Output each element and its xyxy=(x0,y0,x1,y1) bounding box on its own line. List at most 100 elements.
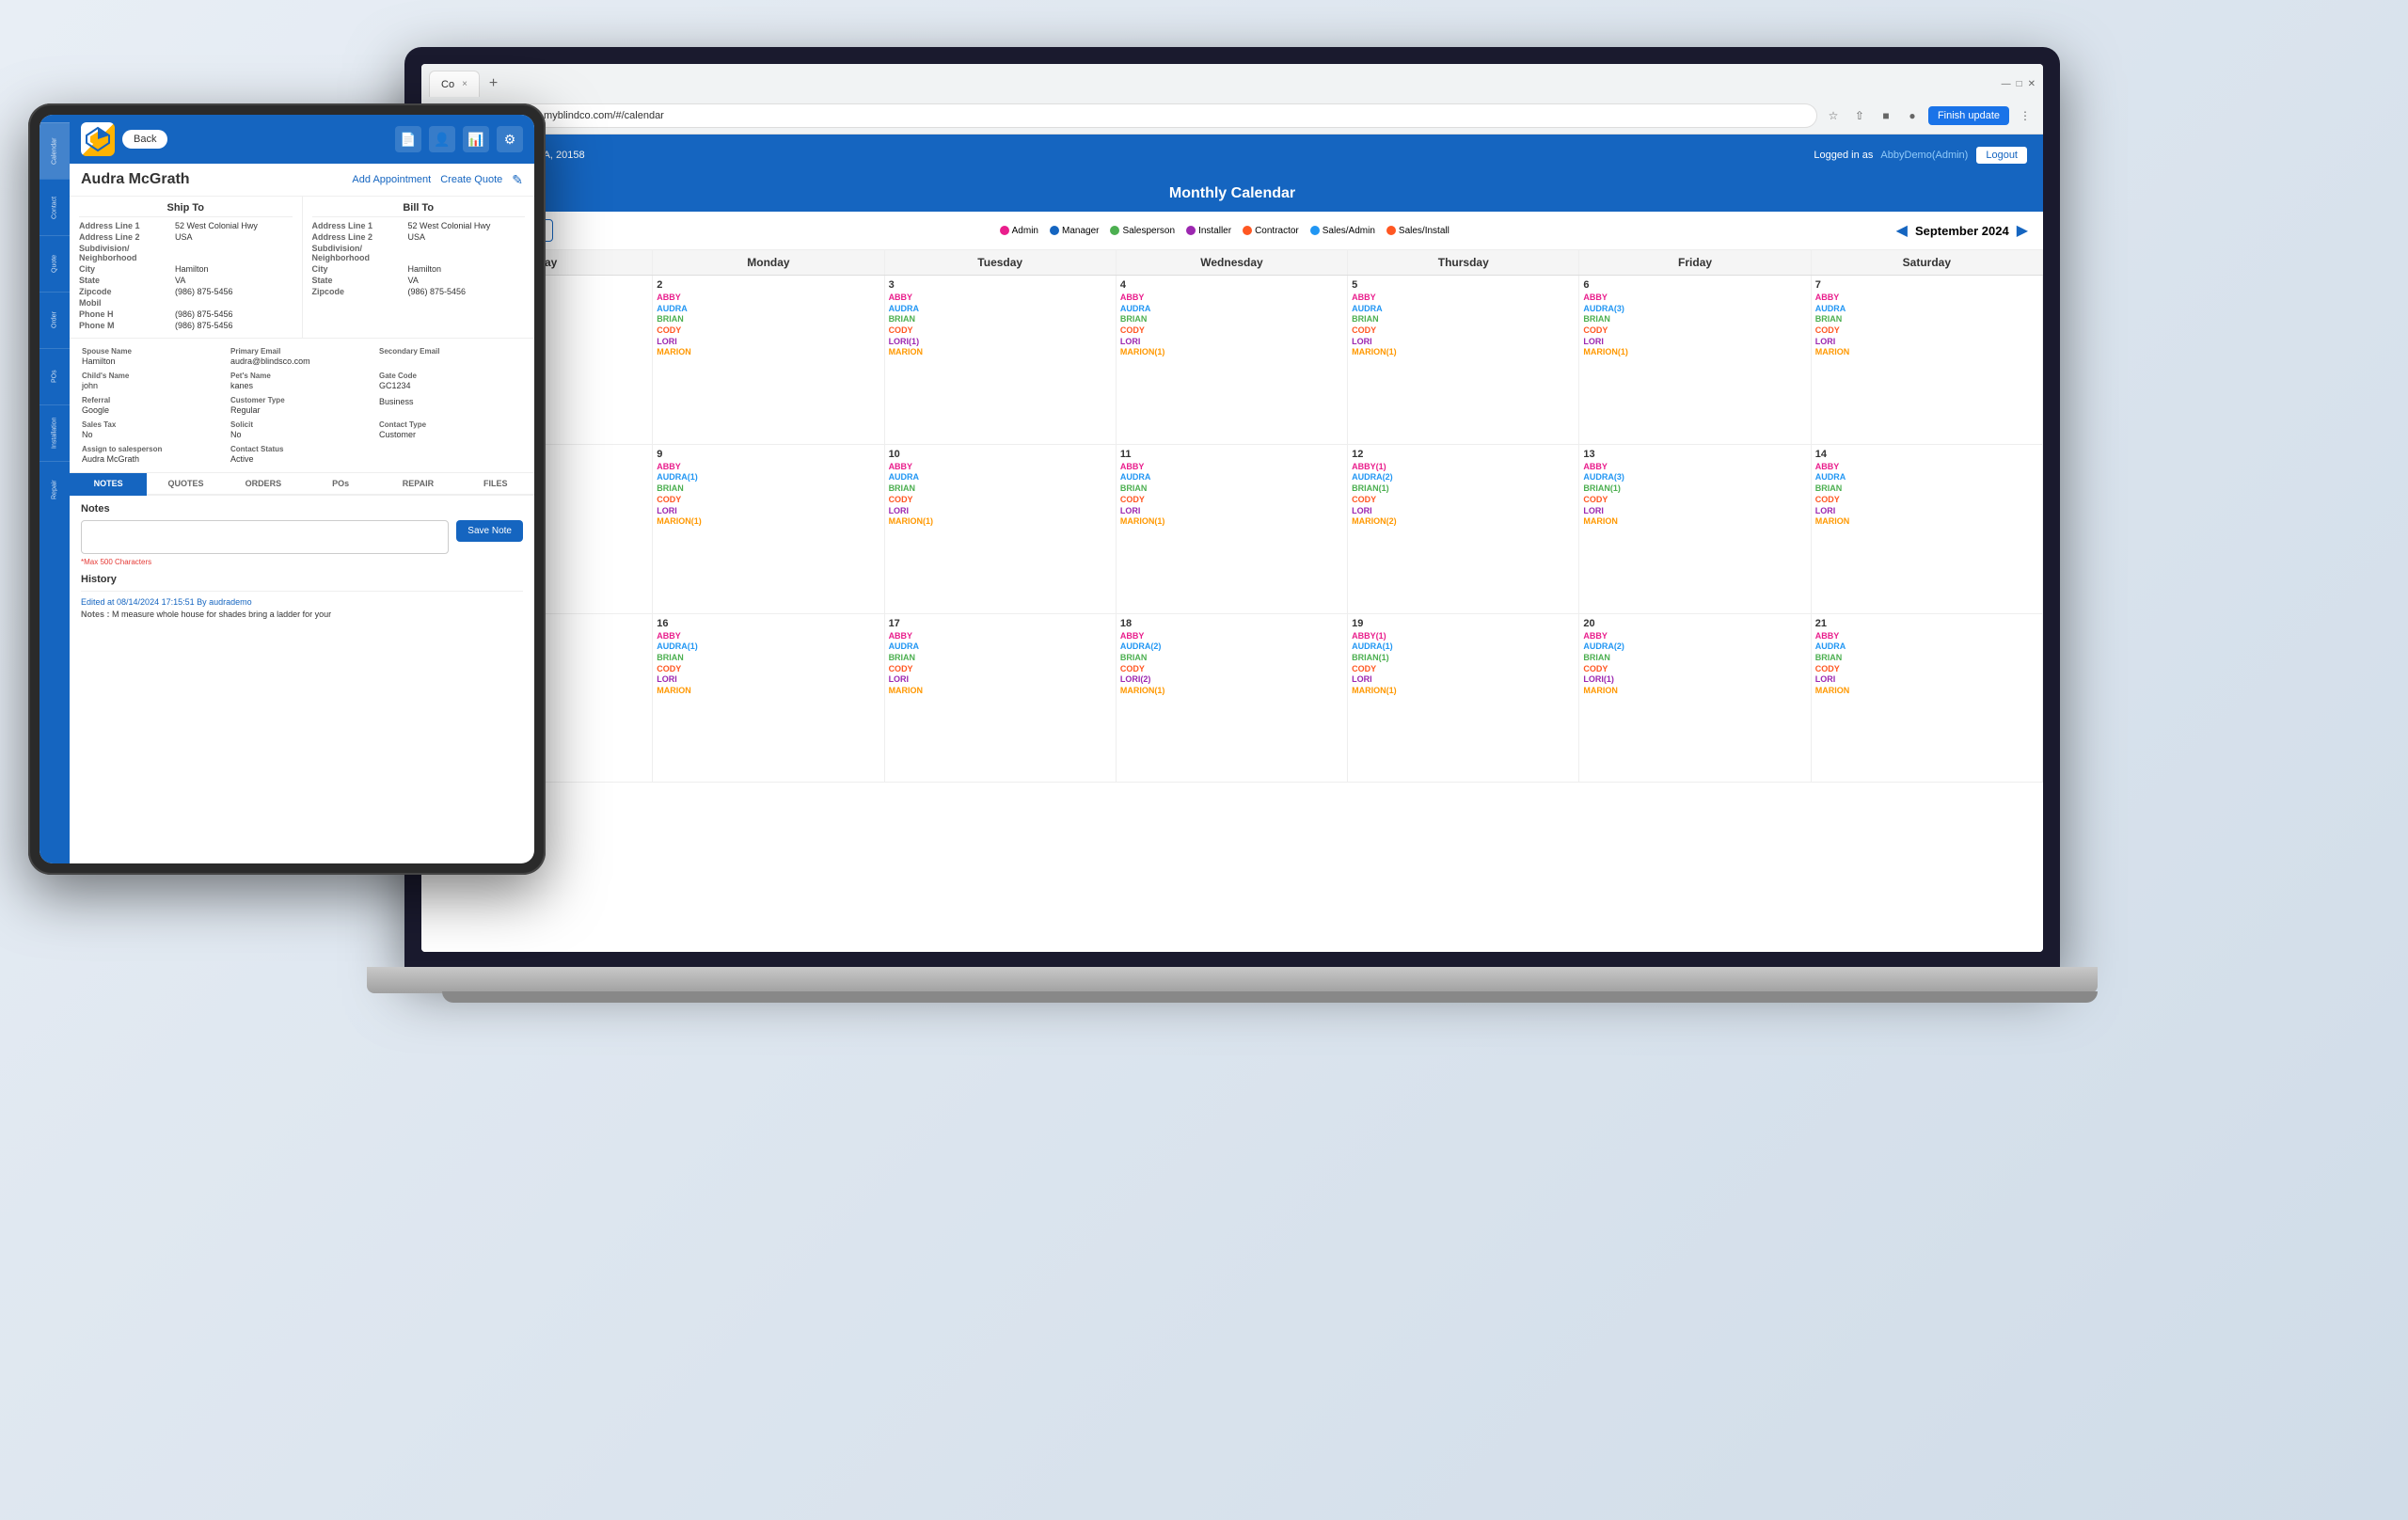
contact-status-label: Contact Status xyxy=(230,445,373,453)
close-window-icon[interactable]: ✕ xyxy=(2028,79,2036,89)
cal-day-16[interactable]: 16ABBYAUDRA(1)BRIANCODYLORIMARION xyxy=(653,614,884,784)
tab-notes[interactable]: NOTES xyxy=(70,473,147,496)
cal-day-9[interactable]: 9ABBYAUDRA(1)BRIANCODYLORIMARION(1) xyxy=(653,445,884,614)
legend-admin-label: Admin xyxy=(1012,226,1038,236)
addr-line2-label: Address Line 2 xyxy=(79,232,173,242)
manager-color-dot xyxy=(1050,226,1059,235)
spouse-label: Spouse Name xyxy=(82,347,225,356)
sidebar-item-repair[interactable]: Repair xyxy=(40,461,70,517)
tab-files[interactable]: FILES xyxy=(457,473,534,496)
cal-day-11[interactable]: 11ABBYAUDRABRIANCODYLORIMARION(1) xyxy=(1117,445,1348,614)
sales-admin-color-dot xyxy=(1310,226,1320,235)
tab-orders[interactable]: ORDERS xyxy=(225,473,302,496)
sidebar-item-pos[interactable]: POs xyxy=(40,348,70,404)
city-label: City xyxy=(79,264,173,274)
cal-day-17[interactable]: 17ABBYAUDRABRIANCODYLORIMARION xyxy=(885,614,1117,784)
add-appointment-link[interactable]: Add Appointment xyxy=(352,174,431,185)
tab-repair[interactable]: REPAIR xyxy=(379,473,456,496)
save-note-button[interactable]: Save Note xyxy=(456,520,523,542)
ship-state: VA xyxy=(175,276,293,285)
referral-info: Referral Google xyxy=(79,393,228,418)
cal-day-12[interactable]: 12ABBY(1)AUDRA(2)BRIAN(1)CODYLORIMARION(… xyxy=(1348,445,1579,614)
calendar-container: × Monthly Calendar Month Week Admin xyxy=(421,176,2043,952)
chart-icon[interactable]: 📊 xyxy=(463,126,489,152)
menu-btn[interactable]: ⋮ xyxy=(2015,105,2036,126)
create-quote-link[interactable]: Create Quote xyxy=(440,174,502,185)
bill-to-col: Bill To Address Line 152 West Colonial H… xyxy=(303,197,535,338)
ship-phone-h: (986) 875-5456 xyxy=(175,309,293,319)
cal-day-4[interactable]: 4ABBYAUDRABRIANCODYLORIMARION(1) xyxy=(1117,276,1348,445)
legend-sales-install: Sales/Install xyxy=(1386,226,1450,236)
maximize-icon[interactable]: — xyxy=(2002,79,2011,89)
tablet-main: Back 📄 👤 📊 ⚙ Audra McGrath Add Appointme… xyxy=(70,115,534,863)
finish-update-button[interactable]: Finish update xyxy=(1928,106,2009,125)
cal-day-2[interactable]: 2ABBYAUDRABRIANCODYLORIMARION xyxy=(653,276,884,445)
bill-zip-label: Zipcode xyxy=(312,287,406,296)
phone-h-label: Phone H xyxy=(79,309,173,319)
logout-button[interactable]: Logout xyxy=(1975,146,2028,165)
restore-icon[interactable]: □ xyxy=(2017,79,2022,89)
history-entry: Edited at 08/14/2024 17:15:51 By audrade… xyxy=(81,591,523,625)
sidebar-item-calendar[interactable]: Calendar xyxy=(40,122,70,179)
share-btn[interactable]: ⇧ xyxy=(1849,105,1870,126)
bill-state: VA xyxy=(408,276,526,285)
prev-month-btn[interactable]: ◀ xyxy=(1896,221,1908,240)
legend-admin: Admin xyxy=(1000,226,1038,236)
browser-tab[interactable]: Co × xyxy=(429,71,480,97)
gate-info: Gate Code GC1234 xyxy=(376,369,525,393)
cal-day-21[interactable]: 21ABBYAUDRABRIANCODYLORIMARION xyxy=(1812,614,2043,784)
customer-type-info: Customer Type Regular xyxy=(228,393,376,418)
history-label: History xyxy=(81,574,523,585)
sidebar-item-order[interactable]: Order xyxy=(40,292,70,348)
bill-subdivision-label: Subdivision/Neighborhood xyxy=(312,244,406,262)
bookmark-btn[interactable]: ☆ xyxy=(1823,105,1844,126)
cal-day-13[interactable]: 13ABBYAUDRA(3)BRIAN(1)CODYLORIMARION xyxy=(1579,445,1811,614)
cal-day-3[interactable]: 3ABBYAUDRABRIANCODYLORI(1)MARION xyxy=(885,276,1117,445)
profile-btn[interactable]: ● xyxy=(1902,105,1923,126)
cal-day-5[interactable]: 5ABBYAUDRABRIANCODYLORIMARION(1) xyxy=(1348,276,1579,445)
app-logo xyxy=(81,122,115,156)
next-month-btn[interactable]: ▶ xyxy=(2017,221,2028,240)
extensions-btn[interactable]: ■ xyxy=(1876,105,1896,126)
settings-icon[interactable]: ⚙ xyxy=(497,126,523,152)
cal-day-19[interactable]: 19ABBY(1)AUDRA(1)BRIAN(1)CODYLORIMARION(… xyxy=(1348,614,1579,784)
notes-textarea[interactable] xyxy=(81,520,449,554)
sidebar-item-installation[interactable]: Installation xyxy=(40,404,70,461)
pet-info: Pet's Name kanes xyxy=(228,369,376,393)
referral-label: Referral xyxy=(82,396,225,404)
new-tab-btn[interactable]: + xyxy=(483,75,503,92)
cal-day-14[interactable]: 14ABBYAUDRABRIANCODYLORIMARION xyxy=(1812,445,2043,614)
laptop-screen: Co × + — □ ✕ ← → ↻ ☆ ⇧ xyxy=(421,64,2043,952)
primary-email-info: Primary Email audra@blindsco.com xyxy=(228,344,376,369)
tab-pos[interactable]: POs xyxy=(302,473,379,496)
assign-label: Assign to salesperson xyxy=(82,445,225,453)
cal-day-6[interactable]: 6ABBYAUDRA(3)BRIANCODYLORIMARION(1) xyxy=(1579,276,1811,445)
bill-city: Hamilton xyxy=(408,264,526,274)
cal-day-7[interactable]: 7ABBYAUDRABRIANCODYLORIMARION xyxy=(1812,276,2043,445)
back-button[interactable]: Back xyxy=(122,130,167,149)
cal-day-20[interactable]: 20ABBYAUDRA(2)BRIANCODYLORI(1)MARION xyxy=(1579,614,1811,784)
state-label: State xyxy=(79,276,173,285)
sidebar-item-quote[interactable]: Quote xyxy=(40,235,70,292)
legend-installer: Installer xyxy=(1186,226,1231,236)
sidebar-item-contact[interactable]: Contact xyxy=(40,179,70,235)
edit-icon[interactable]: ✎ xyxy=(512,172,523,188)
cal-day-10[interactable]: 10ABBYAUDRABRIANCODYLORIMARION(1) xyxy=(885,445,1117,614)
legend-installer-label: Installer xyxy=(1198,226,1231,236)
user-icon[interactable]: 👤 xyxy=(429,126,455,152)
bill-addr-line2-label: Address Line 2 xyxy=(312,232,406,242)
legend-sales-admin-label: Sales/Admin xyxy=(1323,226,1375,236)
customer-name: Audra McGrath xyxy=(81,171,190,188)
browser-toolbar: ← → ↻ ☆ ⇧ ■ ● Finish update ⋮ xyxy=(421,98,2043,134)
bill-addr-line2: USA xyxy=(408,232,526,242)
address-bar[interactable] xyxy=(508,103,1817,128)
assign-value: Audra McGrath xyxy=(82,454,225,464)
cal-day-18[interactable]: 18ABBYAUDRA(2)BRIANCODYLORI(2)MARION(1) xyxy=(1117,614,1348,784)
briefcase-icon[interactable]: 📄 xyxy=(395,126,421,152)
tab-quotes[interactable]: QUOTES xyxy=(147,473,224,496)
history-date: 08/14/2024 17:15:51 xyxy=(117,597,195,607)
legend-manager: Manager xyxy=(1050,226,1099,236)
solicit-value: No xyxy=(230,430,373,439)
tab-close-btn[interactable]: × xyxy=(462,79,467,89)
installer-color-dot xyxy=(1186,226,1196,235)
